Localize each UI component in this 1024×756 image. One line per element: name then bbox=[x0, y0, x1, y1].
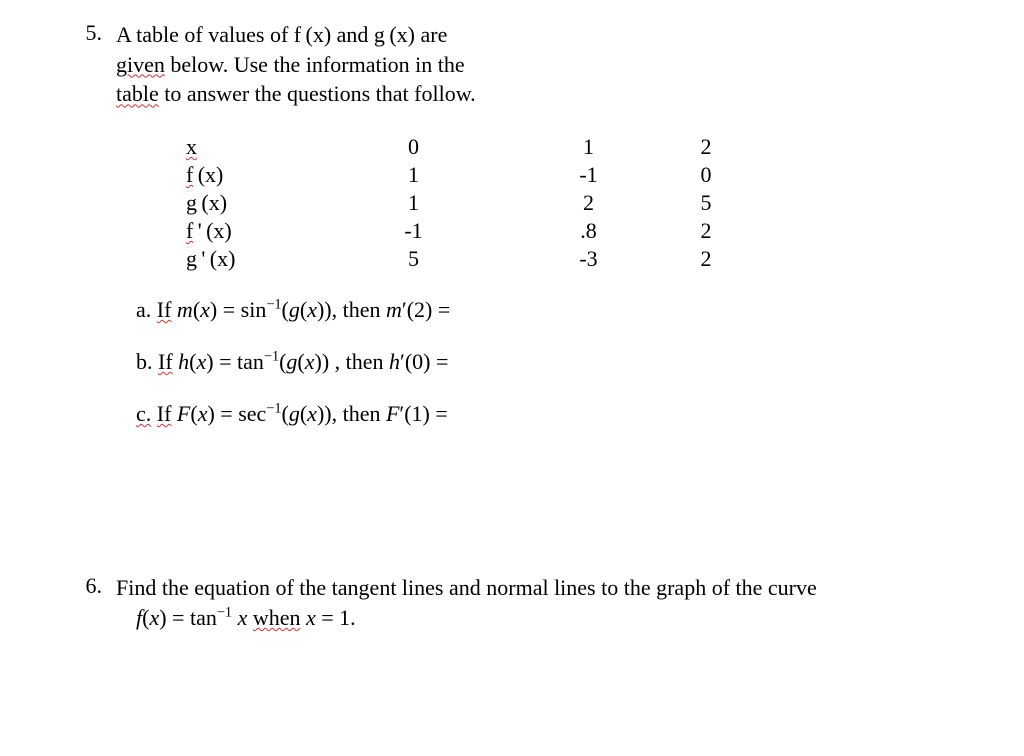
intro-line-1: A table of values of f (x) and g (x) are bbox=[116, 20, 984, 50]
text: ( bbox=[282, 401, 289, 426]
text: )), then bbox=[317, 401, 386, 426]
table-label: g bbox=[186, 190, 197, 215]
table-cell: 0 bbox=[326, 133, 501, 161]
table-cell: -1 bbox=[501, 161, 676, 189]
text: ( bbox=[282, 297, 289, 322]
problem-body: A table of values of f (x) and g (x) are… bbox=[116, 20, 984, 453]
text: x bbox=[200, 297, 210, 322]
underlined: when bbox=[253, 605, 301, 630]
intro-line-2: given below. Use the information in the bbox=[116, 50, 984, 80]
text: g bbox=[289, 297, 300, 322]
problem-6: 6. Find the equation of the tangent line… bbox=[60, 573, 984, 632]
intro-text: A table of values of f bbox=[116, 22, 301, 47]
table-cell: 1 bbox=[326, 189, 501, 217]
text: ) = tan bbox=[159, 605, 217, 630]
intro-text: below. Use the information in the bbox=[165, 52, 465, 77]
table-cell: 0 bbox=[676, 161, 736, 189]
intro-underlined: given bbox=[116, 52, 165, 77]
text: x bbox=[307, 297, 317, 322]
sup: −1 bbox=[266, 297, 281, 313]
text: a. bbox=[136, 297, 157, 322]
text: g bbox=[286, 349, 297, 374]
text: x bbox=[305, 349, 315, 374]
underlined: If bbox=[157, 401, 172, 426]
text: b. bbox=[136, 349, 158, 374]
spacer bbox=[60, 503, 984, 573]
table-cell: 5 bbox=[676, 189, 736, 217]
problem-5: 5. A table of values of f (x) and g (x) … bbox=[60, 20, 984, 453]
text: g bbox=[289, 401, 300, 426]
table-label: (x) bbox=[198, 162, 224, 187]
text: F bbox=[171, 401, 190, 426]
text: ( bbox=[190, 401, 197, 426]
intro-underlined: table bbox=[116, 81, 159, 106]
intro-text: (x) and g bbox=[306, 22, 385, 47]
problem-body: Find the equation of the tangent lines a… bbox=[116, 573, 984, 632]
table-cell: 2 bbox=[501, 189, 676, 217]
text: = 1. bbox=[316, 605, 356, 630]
value-table: x 0 1 2 f (x) 1 -1 0 g (x) 1 2 5 f ' (x)… bbox=[186, 133, 736, 273]
table-label: g bbox=[186, 246, 197, 271]
text: m bbox=[386, 297, 402, 322]
table-label: (x) bbox=[206, 218, 232, 243]
text: )) , then bbox=[315, 349, 390, 374]
table-cell: .8 bbox=[501, 217, 676, 245]
text: x bbox=[196, 349, 206, 374]
table-cell: 5 bbox=[326, 245, 501, 273]
text: )), then bbox=[317, 297, 386, 322]
underlined: c. bbox=[136, 401, 151, 426]
text: ( bbox=[297, 349, 304, 374]
table-row: f (x) 1 -1 0 bbox=[186, 161, 736, 189]
problem-number: 6. bbox=[60, 573, 116, 632]
text: m bbox=[171, 297, 192, 322]
table-row: g ' (x) 5 -3 2 bbox=[186, 245, 736, 273]
text: F bbox=[386, 401, 399, 426]
underlined: If bbox=[157, 297, 172, 322]
table-cell: 1 bbox=[501, 133, 676, 161]
subpart-a: a. If m(x) = sin−1(g(x)), then m′(2) = bbox=[136, 297, 984, 323]
problem-number: 5. bbox=[60, 20, 116, 453]
subpart-b: b. If h(x) = tan−1(g(x)) , then h′(0) = bbox=[136, 349, 984, 375]
intro-text: (x) are bbox=[389, 22, 447, 47]
text: h bbox=[389, 349, 400, 374]
text: x bbox=[149, 605, 159, 630]
text: x bbox=[306, 605, 316, 630]
text: ′(0) = bbox=[400, 349, 448, 374]
text: ) = sec bbox=[207, 401, 266, 426]
table-cell: 1 bbox=[326, 161, 501, 189]
sup: −1 bbox=[217, 604, 232, 620]
text: h bbox=[173, 349, 190, 374]
table-label: (x) bbox=[210, 246, 236, 271]
sup: −1 bbox=[266, 401, 281, 417]
text: x bbox=[307, 401, 317, 426]
table-cell: 2 bbox=[676, 217, 736, 245]
table-row: g (x) 1 2 5 bbox=[186, 189, 736, 217]
sup: −1 bbox=[264, 349, 279, 365]
table-header-x: x bbox=[186, 134, 197, 159]
text: ) = tan bbox=[206, 349, 264, 374]
table-row: f ' (x) -1 .8 2 bbox=[186, 217, 736, 245]
table-cell: -3 bbox=[501, 245, 676, 273]
table-cell: -1 bbox=[326, 217, 501, 245]
text: x bbox=[232, 605, 247, 630]
underlined: If bbox=[158, 349, 173, 374]
p6-line2: f(x) = tan−1 x when x = 1. bbox=[136, 603, 984, 633]
table-row: x 0 1 2 bbox=[186, 133, 736, 161]
text: ′(2) = bbox=[402, 297, 450, 322]
table-cell: 2 bbox=[676, 133, 736, 161]
table-cell: 2 bbox=[676, 245, 736, 273]
text: x bbox=[198, 401, 208, 426]
table-label: (x) bbox=[201, 190, 227, 215]
intro-text: to answer the questions that follow. bbox=[159, 81, 476, 106]
intro-line-3: table to answer the questions that follo… bbox=[116, 79, 984, 109]
p6-line1: Find the equation of the tangent lines a… bbox=[116, 573, 984, 603]
text: ′(1) = bbox=[399, 401, 447, 426]
subpart-c: c. If F(x) = sec−1(g(x)), then F′(1) = bbox=[136, 401, 984, 427]
text: ) = sin bbox=[210, 297, 266, 322]
